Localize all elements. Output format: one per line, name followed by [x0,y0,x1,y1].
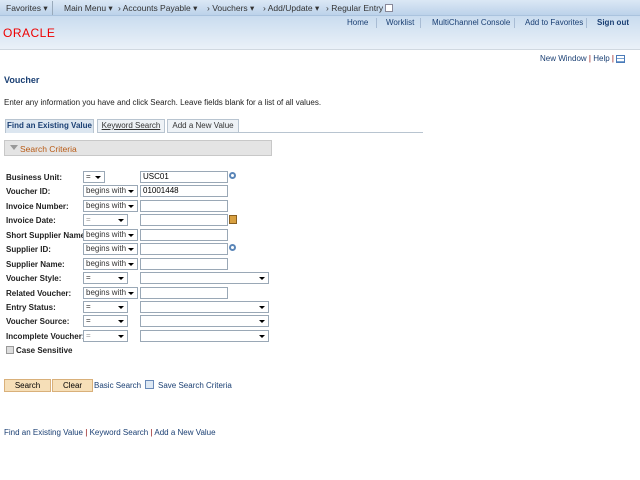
basic-search-link[interactable]: Basic Search [94,381,141,390]
save-icon[interactable] [145,380,154,389]
new-window-link[interactable]: New Window [540,54,587,63]
divider [52,1,53,15]
footer-add-new-value[interactable]: Add a New Value [154,428,215,437]
voucher-id-label: Voucher ID: [6,187,51,196]
page-title: Voucher [4,75,40,85]
invoice-number-operator-select[interactable]: begins with [83,200,138,212]
supplier-name-label: Supplier Name: [6,260,65,269]
invoice-date-input[interactable] [140,214,228,226]
voucher-style-select[interactable] [140,272,269,284]
breadcrumb-vouchers[interactable]: › Vouchers ▾ [207,3,254,14]
sign-out-link[interactable]: Sign out [597,18,629,27]
tab-add-new-value[interactable]: Add a New Value [167,119,239,133]
supplier-id-input[interactable] [140,243,228,255]
short-supplier-name-operator-select[interactable]: begins with [83,229,138,241]
tab-find-existing-value[interactable]: Find an Existing Value [5,119,94,133]
oracle-logo: ORACLE [3,26,56,40]
entry-status-select[interactable] [140,301,269,313]
breadcrumb-add-update[interactable]: › Add/Update ▾ [263,3,319,14]
voucher-id-operator-select[interactable]: begins with [83,185,138,197]
tab-keyword-search[interactable]: Keyword Search [97,119,165,133]
divider [376,18,377,28]
customize-page-icon[interactable] [616,54,626,63]
invoice-number-label: Invoice Number: [6,202,69,211]
invoice-date-operator-select[interactable]: = [83,214,128,226]
home-link[interactable]: Home [347,18,368,27]
breadcrumb-accounts-payable[interactable]: › Accounts Payable ▾ [118,3,197,14]
divider [239,132,423,133]
supplier-id-label: Supplier ID: [6,245,51,254]
multichannel-console-link[interactable]: MultiChannel Console [432,18,510,27]
save-search-criteria-link[interactable]: Save Search Criteria [158,381,232,390]
related-voucher-label: Related Voucher: [6,289,72,298]
related-voucher-input[interactable] [140,287,228,299]
related-voucher-operator-select[interactable]: begins with [83,287,138,299]
voucher-source-select[interactable] [140,315,269,327]
top-nav-bar: Favorites ▾ Main Menu ▾ › Accounts Payab… [0,0,640,16]
voucher-style-operator-select[interactable]: = [83,272,128,284]
instructions: Enter any information you have and click… [4,98,322,107]
entry-status-label: Entry Status: [6,303,56,312]
supplier-name-operator-select[interactable]: begins with [83,258,138,270]
worklist-link[interactable]: Worklist [386,18,414,27]
short-supplier-name-input[interactable] [140,229,228,241]
voucher-id-input[interactable]: 01001448 [140,185,228,197]
search-criteria-header[interactable]: Search Criteria [4,140,272,156]
help-link[interactable]: Help [593,54,609,63]
invoice-date-label: Invoice Date: [6,216,56,225]
incomplete-voucher-operator-select[interactable]: = [83,330,128,342]
collapse-triangle-icon [10,145,18,150]
voucher-style-label: Voucher Style: [6,274,62,283]
page-toolbar: New Window | Help | [540,54,626,63]
search-button[interactable]: Search [4,379,51,392]
breadcrumb-regular-entry[interactable]: › Regular Entry [326,3,383,13]
footer-find-existing-value[interactable]: Find an Existing Value [4,428,83,437]
business-unit-label: Business Unit: [6,173,63,182]
header: Home Worklist MultiChannel Console Add t… [0,16,640,50]
calendar-icon[interactable] [229,215,237,224]
incomplete-voucher-select[interactable] [140,330,269,342]
supplier-name-input[interactable] [140,258,228,270]
footer-links: Find an Existing Value | Keyword Search … [4,428,216,437]
invoice-number-input[interactable] [140,200,228,212]
search-icon[interactable] [385,4,393,12]
lookup-icon[interactable] [229,172,236,179]
case-sensitive-checkbox[interactable] [6,346,14,354]
favorites-menu[interactable]: Favorites ▾ [6,3,48,14]
supplier-id-operator-select[interactable]: begins with [83,243,138,255]
divider [586,18,587,28]
lookup-icon[interactable] [229,244,236,251]
incomplete-voucher-label: Incomplete Voucher: [6,332,85,341]
short-supplier-name-label: Short Supplier Name: [6,231,88,240]
entry-status-operator-select[interactable]: = [83,301,128,313]
section-title: Search Criteria [20,144,77,154]
divider [420,18,421,28]
add-to-favorites-link[interactable]: Add to Favorites [525,18,583,27]
voucher-source-operator-select[interactable]: = [83,315,128,327]
business-unit-input[interactable]: USC01 [140,171,228,183]
clear-button[interactable]: Clear [52,379,93,392]
business-unit-operator-select[interactable]: = [83,171,105,183]
case-sensitive-label: Case Sensitive [16,346,73,355]
divider [514,18,515,28]
footer-keyword-search[interactable]: Keyword Search [90,428,149,437]
voucher-source-label: Voucher Source: [6,317,70,326]
main-menu[interactable]: Main Menu ▾ [64,3,113,14]
